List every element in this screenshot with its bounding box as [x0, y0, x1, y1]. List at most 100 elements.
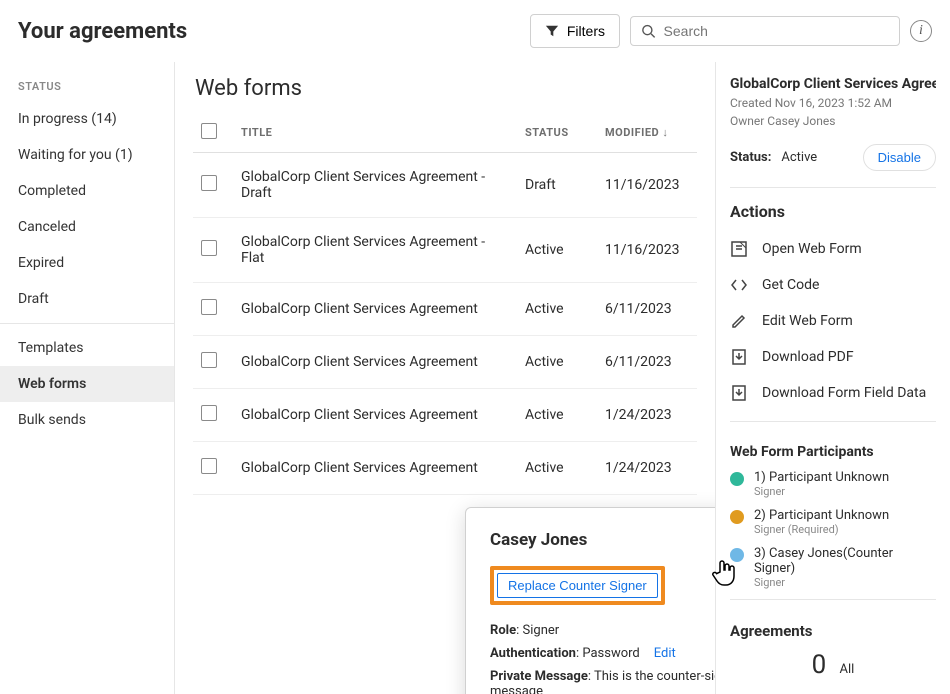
row-modified: 1/24/2023: [597, 442, 697, 495]
action-item[interactable]: Edit Web Form: [730, 303, 936, 339]
sidebar-status-header: STATUS: [0, 70, 174, 101]
sidebar-status-item[interactable]: Draft: [0, 281, 174, 317]
participant-item[interactable]: 1) Participant UnknownSigner: [730, 470, 936, 498]
row-checkbox[interactable]: [201, 175, 217, 191]
agreements-header: Agreements: [730, 622, 936, 640]
auth-line: Authentication: PasswordEdit: [490, 646, 715, 661]
row-status: Active: [517, 442, 597, 495]
row-checkbox[interactable]: [201, 458, 217, 474]
filters-label: Filters: [567, 23, 605, 39]
participant-item[interactable]: 3) Casey Jones(Counter Signer)Signer: [730, 546, 936, 589]
popover-name: Casey Jones: [490, 530, 715, 550]
detail-owner: Owner Casey Jones: [730, 114, 936, 128]
funnel-icon: [545, 24, 559, 38]
search-input[interactable]: [664, 23, 889, 39]
sidebar: STATUS In progress (14)Waiting for you (…: [0, 62, 175, 694]
row-modified: 6/11/2023: [597, 283, 697, 336]
table-row[interactable]: GlobalCorp Client Services Agreement - F…: [193, 218, 697, 283]
col-title[interactable]: TITLE: [233, 113, 517, 153]
row-modified: 6/11/2023: [597, 336, 697, 389]
row-modified: 11/16/2023: [597, 153, 697, 218]
table-row[interactable]: GlobalCorp Client Services Agreement - D…: [193, 153, 697, 218]
row-modified: 1/24/2023: [597, 389, 697, 442]
table-row[interactable]: GlobalCorp Client Services AgreementActi…: [193, 336, 697, 389]
participant-role: Signer (Required): [754, 523, 889, 536]
action-icon: [730, 384, 748, 402]
detail-created: Created Nov 16, 2023 1:52 AM: [730, 96, 936, 110]
action-label: Open Web Form: [762, 241, 862, 257]
col-modified[interactable]: MODIFIED: [597, 113, 697, 153]
page-title: Your agreements: [18, 19, 188, 44]
row-title: GlobalCorp Client Services Agreement: [233, 442, 517, 495]
action-icon: [730, 240, 748, 258]
row-checkbox[interactable]: [201, 299, 217, 315]
row-status: Active: [517, 336, 597, 389]
participant-popover: Casey Jones Replace Counter Signer Role:…: [465, 507, 715, 694]
sidebar-nav-item[interactable]: Web forms: [0, 366, 174, 402]
row-title: GlobalCorp Client Services Agreement: [233, 283, 517, 336]
filters-button[interactable]: Filters: [530, 14, 620, 48]
sidebar-status-item[interactable]: In progress (14): [0, 101, 174, 137]
participant-name: 1) Participant Unknown: [754, 470, 889, 485]
row-status: Draft: [517, 153, 597, 218]
row-checkbox[interactable]: [201, 240, 217, 256]
detail-title: GlobalCorp Client Services Agreement: [730, 76, 936, 92]
action-label: Download Form Field Data: [762, 385, 926, 401]
main-panel: Web forms TITLE STATUS MODIFIED GlobalCo…: [175, 62, 715, 694]
col-status[interactable]: STATUS: [517, 113, 597, 153]
participants-header: Web Form Participants: [730, 444, 936, 460]
search-icon: [641, 23, 656, 39]
table-row[interactable]: GlobalCorp Client Services AgreementActi…: [193, 283, 697, 336]
participant-name: 3) Casey Jones(Counter Signer): [754, 546, 936, 576]
msg-line: Private Message: This is the counter-sig…: [490, 669, 715, 694]
row-title: GlobalCorp Client Services Agreement - F…: [233, 218, 517, 283]
info-icon[interactable]: i: [910, 20, 932, 42]
main-heading: Web forms: [195, 76, 697, 101]
agreements-all[interactable]: All: [840, 662, 855, 677]
participant-role: Signer: [754, 576, 936, 589]
edit-auth-link[interactable]: Edit: [654, 646, 676, 661]
action-label: Download PDF: [762, 349, 854, 365]
sidebar-status-item[interactable]: Completed: [0, 173, 174, 209]
table-row[interactable]: GlobalCorp Client Services AgreementActi…: [193, 389, 697, 442]
top-bar: Your agreements Filters i: [0, 0, 950, 62]
action-item[interactable]: Get Code: [730, 267, 936, 303]
action-icon: [730, 276, 748, 294]
details-panel: GlobalCorp Client Services Agreement Cre…: [715, 62, 950, 694]
agreements-count-row: 0 All: [730, 650, 936, 680]
actions-header: Actions: [730, 202, 936, 221]
select-all-checkbox[interactable]: [201, 123, 217, 139]
status-label: Status:: [730, 150, 771, 165]
webforms-table: TITLE STATUS MODIFIED GlobalCorp Client …: [193, 113, 697, 495]
action-icon: [730, 348, 748, 366]
action-label: Edit Web Form: [762, 313, 853, 329]
row-modified: 11/16/2023: [597, 218, 697, 283]
replace-highlight: Replace Counter Signer: [490, 566, 665, 605]
row-title: GlobalCorp Client Services Agreement: [233, 336, 517, 389]
sidebar-status-item[interactable]: Waiting for you (1): [0, 137, 174, 173]
action-item[interactable]: Download Form Field Data: [730, 375, 936, 411]
row-status: Active: [517, 218, 597, 283]
sidebar-status-item[interactable]: Expired: [0, 245, 174, 281]
participant-dot-icon: [730, 510, 744, 524]
row-checkbox[interactable]: [201, 352, 217, 368]
sidebar-nav-item[interactable]: Templates: [0, 330, 174, 366]
agreements-count: 0: [812, 650, 827, 680]
disable-button[interactable]: Disable: [863, 144, 936, 171]
row-status: Active: [517, 283, 597, 336]
action-label: Get Code: [762, 277, 819, 293]
role-line: Role: Signer: [490, 623, 715, 638]
row-title: GlobalCorp Client Services Agreement - D…: [233, 153, 517, 218]
search-field[interactable]: [630, 16, 900, 46]
participant-item[interactable]: 2) Participant UnknownSigner (Required): [730, 508, 936, 536]
table-row[interactable]: GlobalCorp Client Services AgreementActi…: [193, 442, 697, 495]
sidebar-status-item[interactable]: Canceled: [0, 209, 174, 245]
replace-counter-signer-button[interactable]: Replace Counter Signer: [497, 573, 658, 598]
sidebar-nav-item[interactable]: Bulk sends: [0, 402, 174, 438]
participant-dot-icon: [730, 472, 744, 486]
participant-role: Signer: [754, 485, 889, 498]
action-item[interactable]: Open Web Form: [730, 231, 936, 267]
action-icon: [730, 312, 748, 330]
row-checkbox[interactable]: [201, 405, 217, 421]
action-item[interactable]: Download PDF: [730, 339, 936, 375]
